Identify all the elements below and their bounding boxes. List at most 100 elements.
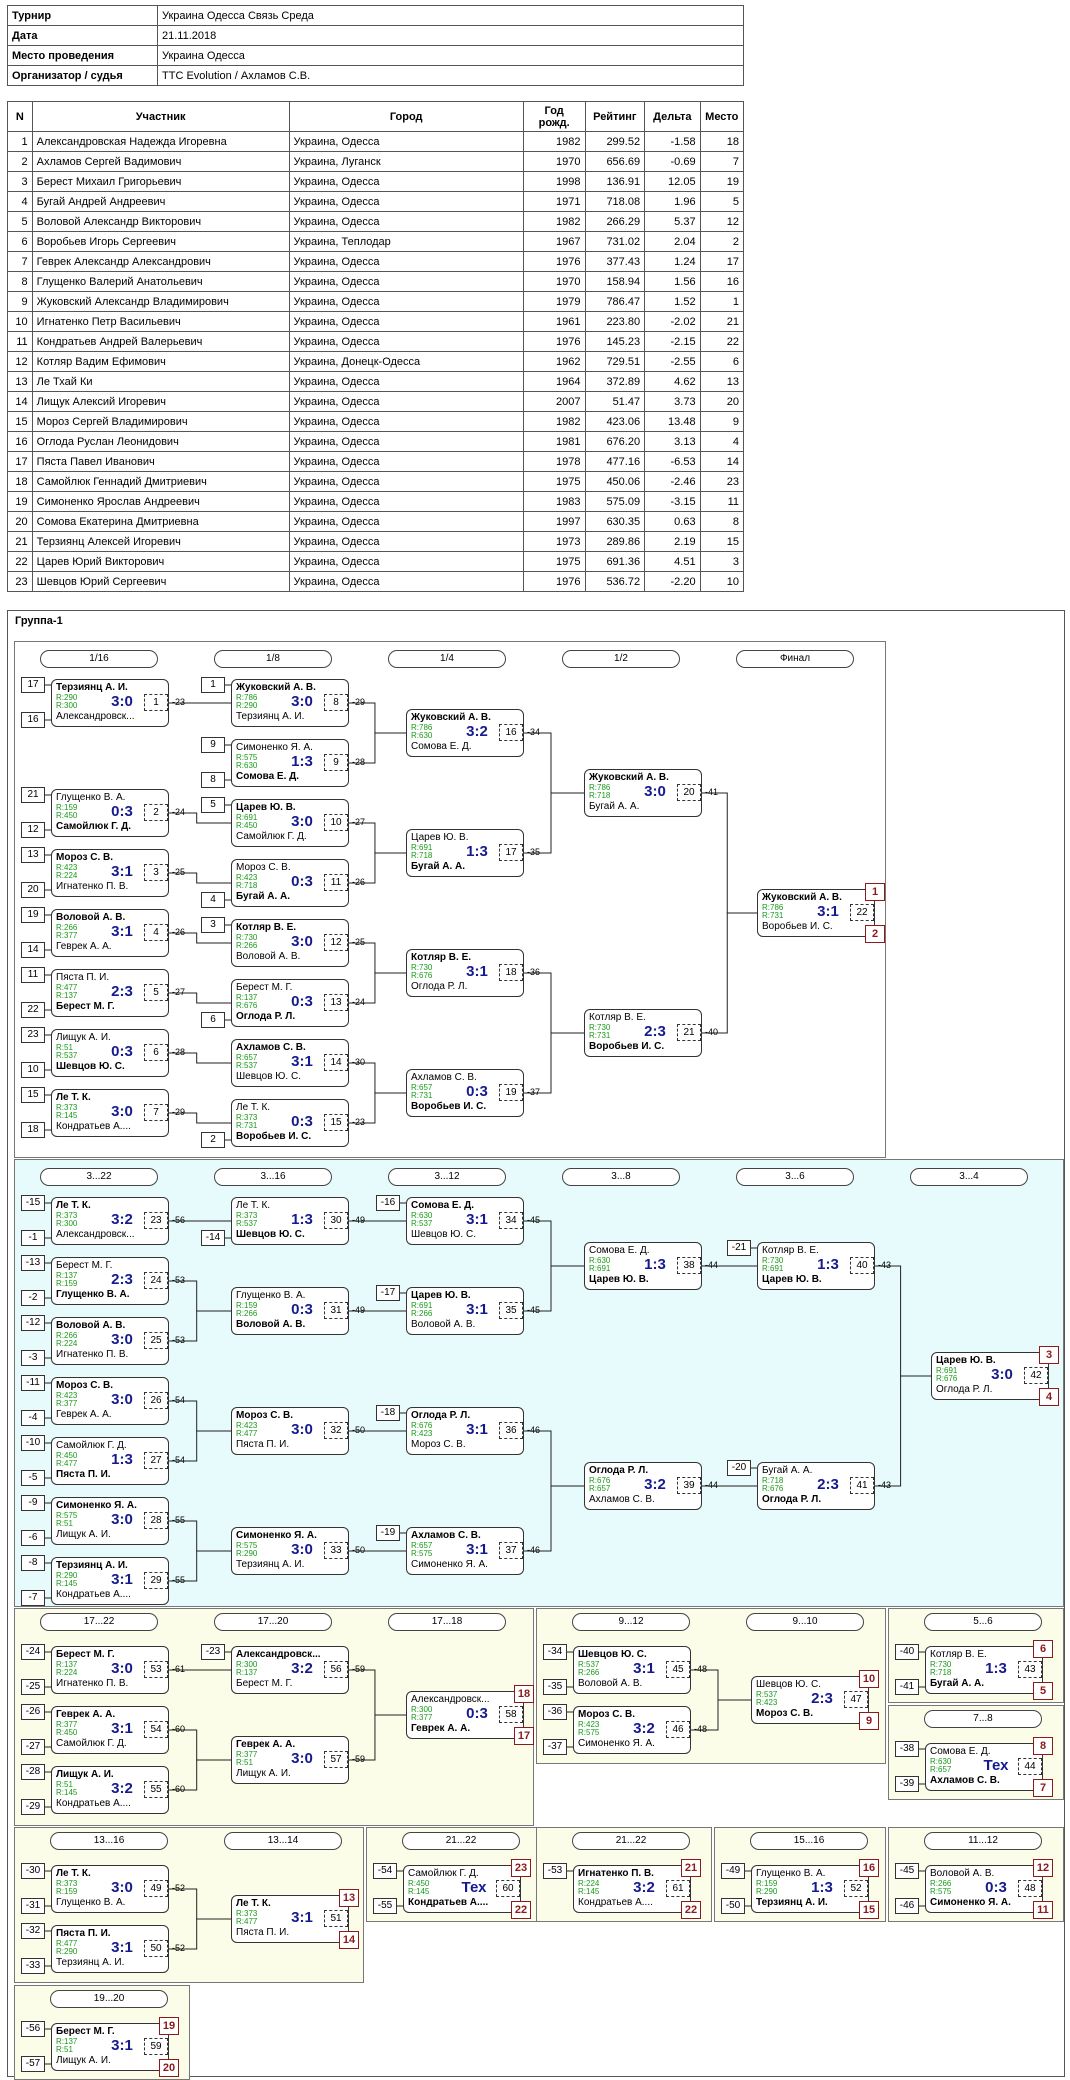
table-cell: Шевцов Юрий Сергеевич	[31, 571, 290, 592]
table-cell: 19	[7, 491, 33, 512]
match-score: 3:2	[633, 1879, 655, 1896]
player-b-rating: R:450	[56, 811, 78, 820]
player-b-rating: R:575	[930, 1887, 952, 1896]
match-score: 3:2	[291, 1660, 313, 1677]
player-a-name: Царев Ю. В.	[236, 802, 296, 813]
table-cell: 477.16	[584, 451, 646, 472]
loser-destination: -60	[172, 1784, 186, 1794]
seed-b: -55	[373, 1898, 397, 1914]
player-b-rating: R:575	[578, 1728, 600, 1737]
seed-b: 8	[201, 772, 225, 788]
round-header: 19...20	[50, 1990, 168, 2008]
seed-b: -29	[21, 1799, 45, 1815]
player-a-name: Глущенко В. А.	[756, 1868, 826, 1879]
player-b-rating: R:731	[762, 911, 784, 920]
loser-destination: -48	[694, 1724, 708, 1734]
loser-destination: -41	[705, 787, 719, 797]
match-score: 0:3	[291, 993, 313, 1010]
table-cell: 3	[7, 171, 33, 192]
player-b-name: Ахламов С. В.	[589, 1494, 655, 1505]
player-b-rating: R:657	[589, 1484, 611, 1493]
player-b-name: Кондратьев А....	[578, 1897, 653, 1908]
match: Сомова Е. Д. R:630 R:537 Шевцов Ю. С. 3:1 34-…	[406, 1197, 556, 1245]
player-b-rating: R:676	[411, 971, 433, 980]
loser-destination: -37	[527, 1087, 541, 1097]
round-header: 17...18	[388, 1613, 506, 1631]
match-number: 26	[144, 1392, 168, 1409]
loser-destination: -26	[172, 927, 186, 937]
table-cell: Воробьев Игорь Сергеевич	[31, 231, 290, 252]
place-b: 20	[159, 2059, 179, 2077]
table-cell: 14	[699, 451, 745, 472]
player-b-rating: R:450	[236, 821, 258, 830]
table-cell: Украина, Одесса	[288, 211, 524, 232]
player-b-name: Воловой А. В.	[411, 1319, 476, 1330]
table-row: 19 Симоненко Ярослав Андреевич Украина, Од…	[7, 491, 745, 512]
player-b-rating: R:300	[56, 701, 78, 710]
match-box: Глущенко В. А. R:159 R:450 Самойлюк Г. Д. 0:…	[51, 789, 169, 837]
player-b-name: Игнатенко П. В.	[56, 881, 129, 892]
table-cell: -0.69	[644, 151, 701, 172]
round-header: 1/16	[40, 650, 158, 668]
table-cell: 1967	[522, 231, 586, 252]
match-score: Тех	[461, 1879, 487, 1896]
match: Ле Т. К. R:373 R:300 Александровск... 3:2 23-…	[51, 1197, 201, 1245]
seed-a: -56	[21, 2021, 45, 2037]
player-b-name: Кондратьев А....	[56, 1121, 131, 1132]
match: Ле Т. К. R:373 R:731 Воробьев И. С. 0:3 15 -23	[231, 1099, 381, 1147]
match-box: Лищук А. И. R:51 R:537 Шевцов Ю. С. 0:3 6	[51, 1029, 169, 1077]
player-b-name: Самойлюк Г. Д.	[56, 1738, 127, 1749]
match-score: 1:3	[811, 1879, 833, 1896]
table-cell: 10	[699, 571, 745, 592]
table-row: 17 Пяста Павел Иванович Украина, Одесса 197…	[7, 451, 745, 472]
match-box: Симоненко Я. А. R:575 R:51 Лищук А. И. 3:0 28	[51, 1497, 169, 1545]
table-row: 22 Царев Юрий Викторович Украина, Одесса 19…	[7, 551, 745, 572]
match-box: Мороз С. В. R:423 R:575 Симоненко Я. А. 3:2 4…	[573, 1706, 691, 1754]
match-score: 1:3	[644, 1256, 666, 1273]
table-cell: 11	[699, 491, 745, 512]
seed-b: -27	[21, 1739, 45, 1755]
table-cell: -6.53	[644, 451, 701, 472]
table-cell: 145.23	[584, 331, 646, 352]
player-b-name: Кондратьев А....	[56, 1589, 131, 1600]
match-score: 3:0	[111, 1391, 133, 1408]
seed-a: -15	[21, 1195, 45, 1211]
player-a-name: Воловой А. В.	[56, 1320, 126, 1331]
table-cell: 12	[7, 351, 33, 372]
seed-a: -34	[543, 1644, 567, 1660]
match-box: Жуковский А. В. R:786 R:290 Терзиянц А. И. 3…	[231, 679, 349, 727]
table-row: 11 Кондратьев Андрей Валерьевич Украина, О…	[7, 331, 745, 352]
match: Котляр В. Е. R:730 R:691 Царев Ю. В. 1:3 40 -4…	[757, 1242, 907, 1290]
bracket-panel: 19...20 Берест М. Г. R:137 R:51 Лищук А. И. 3…	[14, 1985, 190, 2080]
group-title: Группа-1	[15, 615, 63, 627]
table-row: 2 Ахламов Сергей Вадимович Украина, Луганс…	[7, 151, 745, 172]
player-b-name: Лищук А. И.	[236, 1768, 291, 1779]
match-score: 3:0	[291, 693, 313, 710]
loser-destination: -27	[352, 817, 366, 827]
table-row: 10 Игнатенко Петр Васильевич Украина, Одес…	[7, 311, 745, 332]
place-a: 10	[859, 1670, 879, 1688]
match-number: 36	[499, 1422, 523, 1439]
table-cell: 3.73	[644, 391, 701, 412]
loser-destination: -54	[172, 1395, 186, 1405]
place-b: 7	[1033, 1779, 1053, 1797]
info-key: Место проведения	[7, 45, 158, 66]
table-cell: 158.94	[584, 271, 646, 292]
table-row: 18 Самойлюк Геннадий Дмитриевич Украина, О…	[7, 471, 745, 492]
table-cell: 21	[699, 311, 745, 332]
match: Жуковский А. В. R:786 R:290 Терзиянц А. И. 3…	[231, 679, 381, 727]
match-number: 22	[850, 904, 874, 921]
match: Оглода Р. Л. R:676 R:657 Ахламов С. В. 3:2 39…	[584, 1462, 734, 1510]
table-row: 15 Мороз Сергей Владимирович Украина, Одес…	[7, 411, 745, 432]
match-number: 42	[1024, 1367, 1048, 1384]
match-box: Ле Т. К. R:373 R:145 Кондратьев А.... 3:0 7	[51, 1089, 169, 1137]
loser-destination: -29	[352, 697, 366, 707]
match: Пяста П. И. R:477 R:137 Берест М. Г. 2:3 5 -27	[51, 969, 201, 1017]
player-a-name: Геврек А. А.	[236, 1739, 296, 1750]
player-b-name: Шевцов Ю. С.	[236, 1229, 305, 1240]
table-row: 4 Бугай Андрей Андреевич Украина, Одесса 19…	[7, 191, 745, 212]
player-b-name: Бугай А. А.	[930, 1678, 985, 1689]
match: Царев Ю. В. R:691 R:266 Воловой А. В. 3:1 35-…	[406, 1287, 556, 1335]
loser-destination: -25	[352, 937, 366, 947]
player-b-name: Геврек А. А.	[411, 1723, 471, 1734]
